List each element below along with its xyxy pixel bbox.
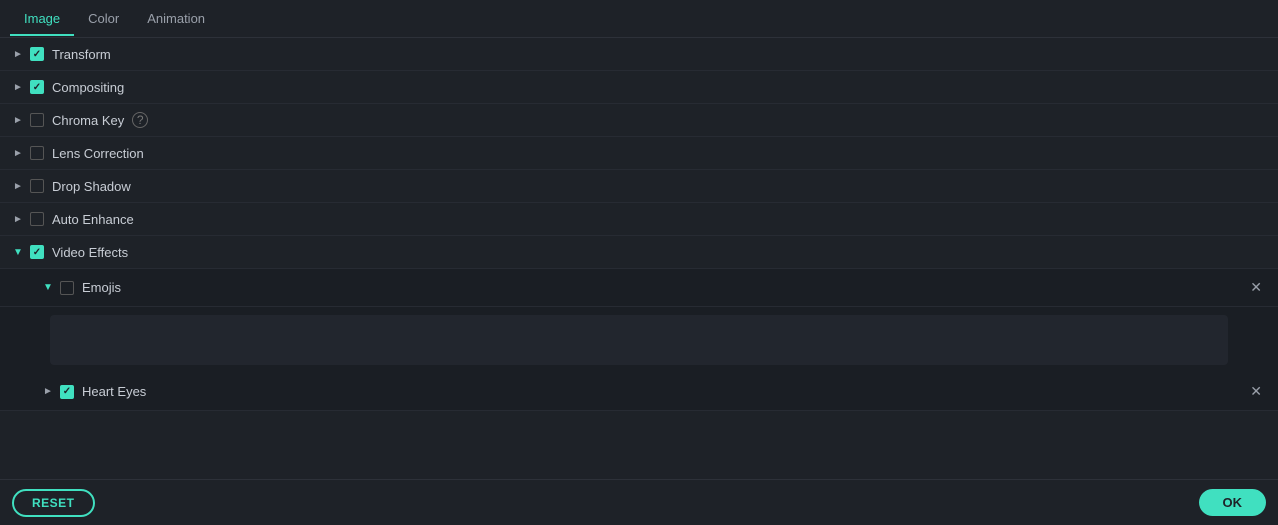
- chevron-transform: ►: [10, 46, 26, 62]
- label-auto-enhance: Auto Enhance: [52, 212, 134, 227]
- checkbox-video-effects[interactable]: [30, 245, 44, 259]
- checkbox-drop-shadow[interactable]: [30, 179, 44, 193]
- label-chroma-key: Chroma Key: [52, 113, 124, 128]
- tab-image[interactable]: Image: [10, 3, 74, 36]
- label-transform: Transform: [52, 47, 111, 62]
- section-transform[interactable]: ► Transform: [0, 38, 1278, 71]
- checkbox-emojis[interactable]: [60, 281, 74, 295]
- checkbox-auto-enhance[interactable]: [30, 212, 44, 226]
- effect-row-heart-eyes[interactable]: ► Heart Eyes ✕: [0, 373, 1278, 411]
- emojis-list: [50, 315, 1228, 365]
- close-heart-eyes-button[interactable]: ✕: [1244, 381, 1268, 402]
- bottom-bar: RESET OK: [0, 479, 1278, 525]
- label-video-effects: Video Effects: [52, 245, 128, 260]
- tab-animation[interactable]: Animation: [133, 3, 219, 36]
- tab-bar: Image Color Animation: [0, 0, 1278, 38]
- close-emojis-button[interactable]: ✕: [1244, 277, 1268, 298]
- tab-color[interactable]: Color: [74, 3, 133, 36]
- label-drop-shadow: Drop Shadow: [52, 179, 131, 194]
- label-emojis: Emojis: [82, 280, 121, 295]
- checkbox-lens-correction[interactable]: [30, 146, 44, 160]
- section-compositing[interactable]: ► Compositing: [0, 71, 1278, 104]
- section-auto-enhance[interactable]: ► Auto Enhance: [0, 203, 1278, 236]
- chevron-video-effects: ▼: [10, 244, 26, 260]
- section-lens-correction[interactable]: ► Lens Correction: [0, 137, 1278, 170]
- chevron-drop-shadow: ►: [10, 178, 26, 194]
- section-chroma-key[interactable]: ► Chroma Key ?: [0, 104, 1278, 137]
- main-content: ► Transform ► Compositing ► Chroma Key ?…: [0, 38, 1278, 479]
- chevron-chroma-key: ►: [10, 112, 26, 128]
- reset-button[interactable]: RESET: [12, 489, 95, 517]
- emojis-expanded-area: [0, 307, 1278, 373]
- section-video-effects[interactable]: ▼ Video Effects: [0, 236, 1278, 269]
- chevron-lens-correction: ►: [10, 145, 26, 161]
- chevron-heart-eyes: ►: [40, 384, 56, 400]
- video-effects-content: ▼ Emojis ✕ ► Heart Eyes ✕: [0, 269, 1278, 411]
- chevron-emojis: ▼: [40, 280, 56, 296]
- section-drop-shadow[interactable]: ► Drop Shadow: [0, 170, 1278, 203]
- chevron-compositing: ►: [10, 79, 26, 95]
- chevron-auto-enhance: ►: [10, 211, 26, 227]
- label-heart-eyes: Heart Eyes: [82, 384, 146, 399]
- effect-row-emojis[interactable]: ▼ Emojis ✕: [0, 269, 1278, 307]
- label-lens-correction: Lens Correction: [52, 146, 144, 161]
- checkbox-heart-eyes[interactable]: [60, 385, 74, 399]
- label-compositing: Compositing: [52, 80, 124, 95]
- help-icon-chroma-key[interactable]: ?: [132, 112, 148, 128]
- checkbox-transform[interactable]: [30, 47, 44, 61]
- ok-button[interactable]: OK: [1199, 489, 1267, 516]
- checkbox-compositing[interactable]: [30, 80, 44, 94]
- checkbox-chroma-key[interactable]: [30, 113, 44, 127]
